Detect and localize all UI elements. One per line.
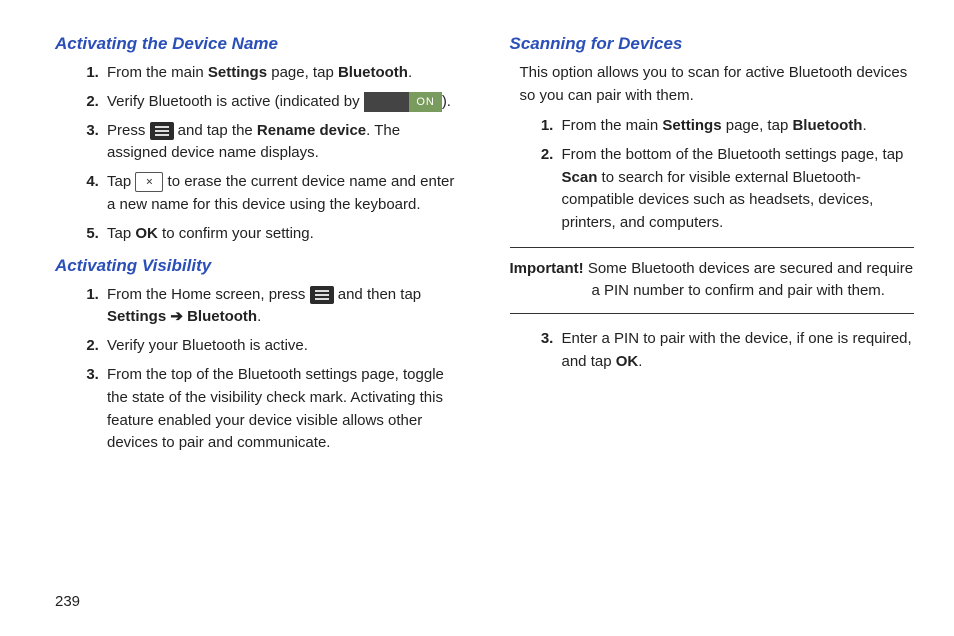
step-text: ). xyxy=(442,93,451,110)
step-text: From the bottom of the Bluetooth setting… xyxy=(562,146,904,163)
list-item: From the bottom of the Bluetooth setting… xyxy=(558,144,915,235)
step-text: From the Home screen, press xyxy=(107,286,310,303)
list-item: Press and tap the Rename device. The ass… xyxy=(103,120,460,166)
step-text: Tap xyxy=(107,225,135,242)
list-item: Tap to erase the current device name and… xyxy=(103,171,460,217)
menu-icon xyxy=(150,122,174,140)
right-column: Scanning for Devices This option allows … xyxy=(510,30,915,465)
list-item: From the main Settings page, tap Bluetoo… xyxy=(103,62,460,85)
manual-page: Activating the Device Name From the main… xyxy=(0,0,954,485)
bold-text: Bluetooth xyxy=(338,64,408,81)
steps-activating-visibility: From the Home screen, press and then tap… xyxy=(55,284,460,456)
list-item: From the Home screen, press and then tap… xyxy=(103,284,460,330)
step-text: Enter a PIN to pair with the device, if … xyxy=(562,330,912,370)
step-text: to search for visible external Bluetooth… xyxy=(562,169,874,232)
step-text: and then tap xyxy=(334,286,422,303)
step-text: page, tap xyxy=(267,64,338,81)
menu-icon xyxy=(310,286,334,304)
steps-scanning-a: From the main Settings page, tap Bluetoo… xyxy=(510,115,915,235)
step-text: From the top of the Bluetooth settings p… xyxy=(107,366,444,451)
step-text: Tap xyxy=(107,173,135,190)
step-text: From the main xyxy=(107,64,208,81)
list-item: Tap OK to confirm your setting. xyxy=(103,223,460,246)
list-item: From the top of the Bluetooth settings p… xyxy=(103,364,460,455)
list-item: Verify your Bluetooth is active. xyxy=(103,335,460,358)
bold-text: OK xyxy=(616,353,639,370)
page-number: 239 xyxy=(55,593,80,610)
left-column: Activating the Device Name From the main… xyxy=(55,30,460,465)
heading-scanning-for-devices: Scanning for Devices xyxy=(510,34,915,54)
step-text: and tap the xyxy=(174,122,257,139)
step-text: to confirm your setting. xyxy=(158,225,314,242)
important-note: Important! Some Bluetooth devices are se… xyxy=(510,247,915,314)
clear-text-icon xyxy=(135,172,163,192)
steps-activating-device-name: From the main Settings page, tap Bluetoo… xyxy=(55,62,460,246)
arrow-icon: ➔ xyxy=(166,308,187,325)
bold-text: Scan xyxy=(562,169,598,186)
bold-text: Settings xyxy=(208,64,267,81)
important-label: Important! xyxy=(510,260,584,277)
bold-text: Settings xyxy=(662,117,721,134)
step-text: . xyxy=(408,64,412,81)
step-text: Verify your Bluetooth is active. xyxy=(107,337,308,354)
step-text: . xyxy=(257,308,261,325)
list-item: Verify Bluetooth is active (indicated by… xyxy=(103,91,460,114)
intro-text: This option allows you to scan for activ… xyxy=(520,62,915,107)
step-text: . xyxy=(862,117,866,134)
toggle-on-icon xyxy=(364,92,442,112)
list-item: From the main Settings page, tap Bluetoo… xyxy=(558,115,915,138)
step-text: Verify Bluetooth is active (indicated by xyxy=(107,93,364,110)
step-text: . xyxy=(638,353,642,370)
bold-text: OK xyxy=(135,225,158,242)
steps-scanning-b: Enter a PIN to pair with the device, if … xyxy=(510,328,915,374)
bold-text: Rename device xyxy=(257,122,366,139)
heading-activating-device-name: Activating the Device Name xyxy=(55,34,460,54)
step-text: From the main xyxy=(562,117,663,134)
bold-text: Settings xyxy=(107,308,166,325)
bold-text: Bluetooth xyxy=(792,117,862,134)
bold-text: Bluetooth xyxy=(187,308,257,325)
step-text: Press xyxy=(107,122,150,139)
list-item: Enter a PIN to pair with the device, if … xyxy=(558,328,915,374)
important-text: Some Bluetooth devices are secured and r… xyxy=(584,260,913,300)
step-text: page, tap xyxy=(722,117,793,134)
heading-activating-visibility: Activating Visibility xyxy=(55,256,460,276)
